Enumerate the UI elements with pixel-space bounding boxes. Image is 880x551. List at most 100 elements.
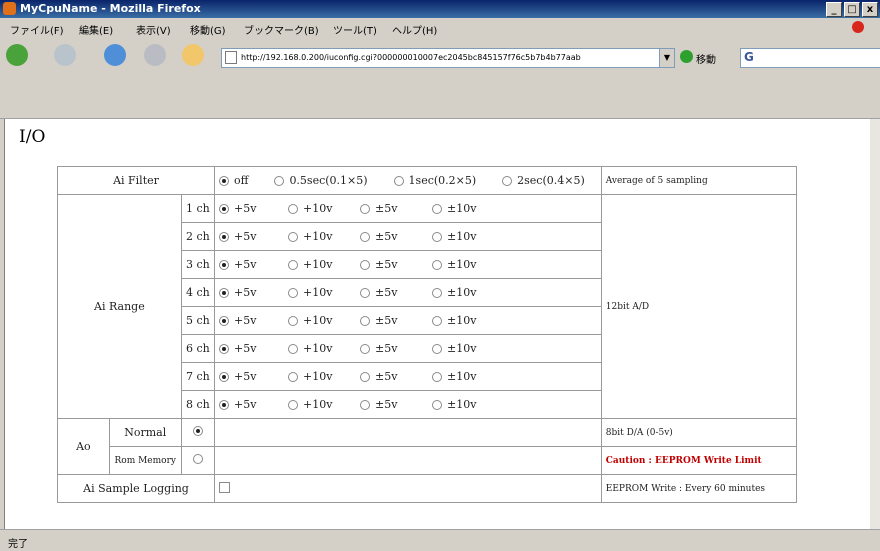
menu-help[interactable]: ヘルプ(H) bbox=[392, 22, 437, 37]
search-input[interactable]: G bbox=[740, 48, 880, 68]
radio-icon[interactable] bbox=[288, 315, 298, 326]
radio-icon[interactable] bbox=[360, 399, 370, 410]
range-option[interactable]: ±5v bbox=[360, 342, 418, 355]
range-option[interactable]: ±10v bbox=[432, 314, 490, 327]
radio-icon[interactable] bbox=[219, 175, 229, 186]
range-option[interactable]: ±5v bbox=[360, 258, 418, 271]
range-option[interactable]: ±5v bbox=[360, 286, 418, 299]
ao-rom-radio[interactable] bbox=[192, 454, 203, 464]
range-option[interactable]: +10v bbox=[288, 258, 346, 271]
radio-icon[interactable] bbox=[432, 399, 442, 410]
ai-logging-checkbox[interactable] bbox=[219, 481, 230, 493]
radio-icon[interactable] bbox=[432, 203, 442, 214]
close-button[interactable]: x bbox=[862, 2, 878, 17]
range-option[interactable]: +5v bbox=[219, 230, 274, 243]
menu-tools[interactable]: ツール(T) bbox=[333, 22, 377, 37]
forward-arrow-icon[interactable] bbox=[54, 44, 76, 66]
radio-icon[interactable] bbox=[432, 287, 442, 298]
range-option[interactable]: ±10v bbox=[432, 258, 490, 271]
radio-icon[interactable] bbox=[432, 259, 442, 270]
radio-icon[interactable] bbox=[502, 175, 513, 186]
radio-icon[interactable] bbox=[360, 315, 370, 326]
vertical-scrollbar[interactable] bbox=[870, 119, 880, 529]
ao-normal-radio[interactable] bbox=[192, 426, 203, 436]
menu-go[interactable]: 移動(G) bbox=[190, 22, 226, 37]
radio-icon[interactable] bbox=[288, 231, 298, 242]
go-label[interactable]: 移動 bbox=[696, 51, 716, 66]
range-option[interactable]: ±5v bbox=[360, 370, 418, 383]
range-option[interactable]: ±5v bbox=[360, 398, 418, 411]
go-icon[interactable] bbox=[680, 50, 693, 63]
maximize-button[interactable]: □ bbox=[844, 2, 860, 17]
ai-filter-option-1sec[interactable]: 1sec(0.2×5) bbox=[393, 174, 476, 187]
range-option[interactable]: +10v bbox=[288, 314, 346, 327]
range-option[interactable]: ±5v bbox=[360, 230, 418, 243]
radio-icon[interactable] bbox=[219, 231, 229, 242]
radio-icon[interactable] bbox=[219, 259, 229, 270]
range-option[interactable]: ±10v bbox=[432, 202, 490, 215]
radio-icon[interactable] bbox=[360, 371, 370, 382]
range-option[interactable]: +10v bbox=[288, 342, 346, 355]
range-option[interactable]: +10v bbox=[288, 230, 346, 243]
range-option[interactable]: +10v bbox=[288, 202, 346, 215]
range-option[interactable]: ±5v bbox=[360, 202, 418, 215]
minimize-button[interactable]: _ bbox=[826, 2, 842, 17]
radio-icon[interactable] bbox=[432, 371, 442, 382]
range-option[interactable]: +5v bbox=[219, 370, 274, 383]
ai-logging-row: Ai Sample Logging EEPROM Write : Every 6… bbox=[57, 474, 797, 503]
range-option[interactable]: +10v bbox=[288, 398, 346, 411]
home-icon[interactable] bbox=[182, 44, 204, 66]
reload-icon[interactable] bbox=[104, 44, 126, 66]
ai-filter-option-2sec[interactable]: 2sec(0.4×5) bbox=[502, 174, 585, 187]
radio-icon[interactable] bbox=[432, 343, 442, 354]
stop-icon[interactable] bbox=[144, 44, 166, 66]
range-option[interactable]: +5v bbox=[219, 258, 274, 271]
range-option[interactable]: ±10v bbox=[432, 342, 490, 355]
radio-icon[interactable] bbox=[360, 203, 370, 214]
url-dropdown-button[interactable]: ▼ bbox=[659, 48, 675, 68]
radio-icon[interactable] bbox=[360, 343, 370, 354]
radio-icon[interactable] bbox=[288, 343, 298, 354]
radio-icon[interactable] bbox=[393, 175, 404, 186]
range-option[interactable]: +10v bbox=[288, 370, 346, 383]
back-arrow-icon[interactable] bbox=[6, 44, 28, 66]
menu-bookmarks[interactable]: ブックマーク(B) bbox=[244, 22, 319, 37]
radio-icon[interactable] bbox=[288, 287, 298, 298]
radio-icon[interactable] bbox=[219, 343, 229, 354]
radio-icon[interactable] bbox=[219, 315, 229, 326]
ai-filter-option-05sec[interactable]: 0.5sec(0.1×5) bbox=[274, 174, 368, 187]
ai-filter-option-off[interactable]: off bbox=[219, 174, 248, 187]
channel-label: 5 ch bbox=[180, 306, 216, 335]
range-option[interactable]: +5v bbox=[219, 342, 274, 355]
range-option[interactable]: +5v bbox=[219, 286, 274, 299]
radio-icon[interactable] bbox=[288, 203, 298, 214]
radio-icon[interactable] bbox=[219, 371, 229, 382]
range-option[interactable]: ±10v bbox=[432, 286, 490, 299]
status-text: 完了 bbox=[8, 539, 28, 550]
radio-icon[interactable] bbox=[219, 287, 229, 298]
radio-icon[interactable] bbox=[432, 315, 442, 326]
radio-icon[interactable] bbox=[219, 399, 229, 410]
channel-label: 1 ch bbox=[180, 194, 216, 223]
radio-icon[interactable] bbox=[288, 259, 298, 270]
range-option[interactable]: +5v bbox=[219, 202, 274, 215]
radio-icon[interactable] bbox=[288, 399, 298, 410]
radio-icon[interactable] bbox=[360, 259, 370, 270]
range-option[interactable]: +10v bbox=[288, 286, 346, 299]
url-bar[interactable]: http://192.168.0.200/iuconfig.cgi?000000… bbox=[221, 48, 660, 68]
radio-icon[interactable] bbox=[219, 203, 229, 214]
range-option[interactable]: ±10v bbox=[432, 370, 490, 383]
range-option[interactable]: ±10v bbox=[432, 230, 490, 243]
range-option[interactable]: ±10v bbox=[432, 398, 490, 411]
radio-icon[interactable] bbox=[432, 231, 442, 242]
range-option[interactable]: +5v bbox=[219, 398, 274, 411]
radio-icon[interactable] bbox=[360, 287, 370, 298]
radio-icon[interactable] bbox=[274, 175, 285, 186]
range-option[interactable]: +5v bbox=[219, 314, 274, 327]
menu-edit[interactable]: 編集(E) bbox=[79, 22, 113, 37]
menu-view[interactable]: 表示(V) bbox=[136, 22, 171, 37]
radio-icon[interactable] bbox=[288, 371, 298, 382]
menu-file[interactable]: ファイル(F) bbox=[10, 22, 64, 37]
radio-icon[interactable] bbox=[360, 231, 370, 242]
range-option[interactable]: ±5v bbox=[360, 314, 418, 327]
